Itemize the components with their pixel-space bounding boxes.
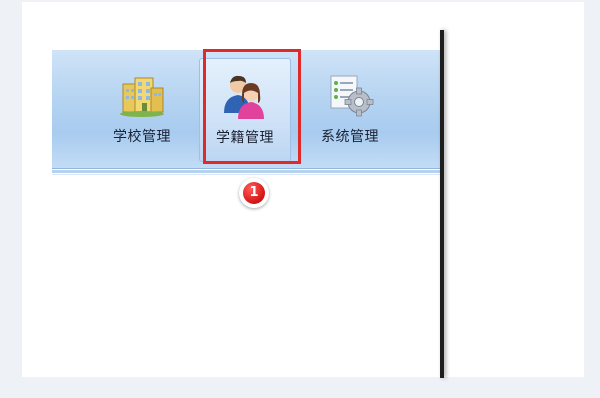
students-icon [220,71,270,121]
toolbar-divider-line [52,174,440,175]
step-number: 1 [243,182,265,204]
main-toolbar: 学校管理 学籍管理 系统管理 [52,50,440,169]
school-management-button[interactable]: 学校管理 [96,58,188,162]
step-badge: 1 [239,178,269,208]
student-enrollment-button[interactable]: 学籍管理 [199,58,291,162]
app-window: 学校管理 学籍管理 系统管理 [52,50,440,180]
student-enrollment-label: 学籍管理 [216,130,274,146]
vertical-divider [440,30,444,378]
toolbar-divider [52,170,440,173]
school-management-label: 学校管理 [113,129,171,145]
system-settings-icon [325,70,375,120]
system-management-button[interactable]: 系统管理 [304,58,396,162]
system-management-label: 系统管理 [321,129,379,145]
school-building-icon [117,70,167,120]
